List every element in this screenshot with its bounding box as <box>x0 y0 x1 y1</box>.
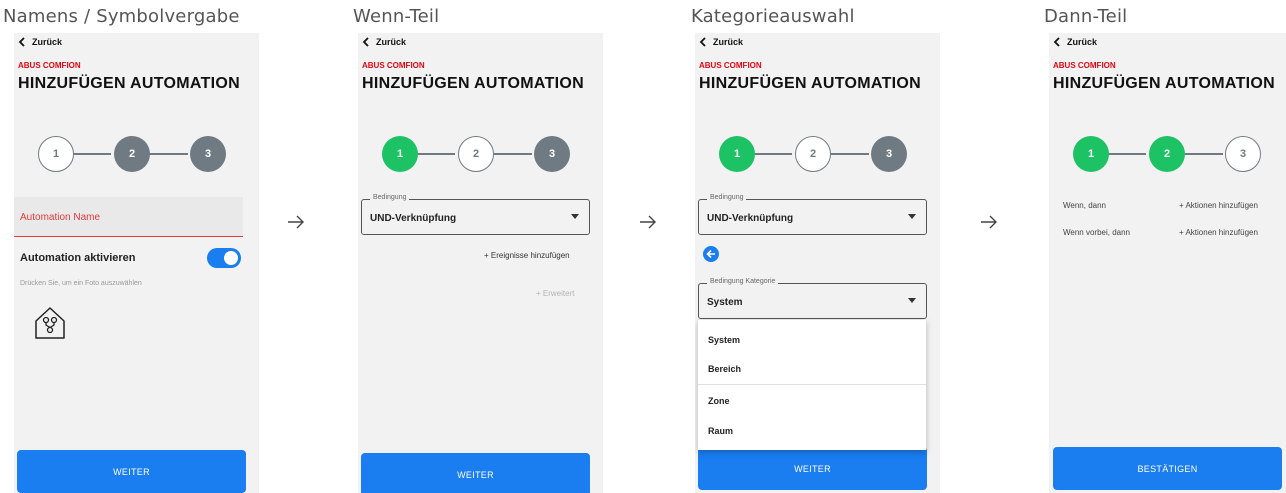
page-title: HINZUFÜGEN AUTOMATION <box>362 75 584 92</box>
home-automation-icon[interactable] <box>34 306 66 345</box>
condition-legend: Bedingung <box>370 194 410 201</box>
step-connector <box>414 153 455 155</box>
step-1: 1 <box>38 136 74 172</box>
dropdown-option-bereich[interactable]: Bereich <box>708 364 741 374</box>
page-title: HINZUFÜGEN AUTOMATION <box>1053 75 1275 92</box>
arrow-right-icon <box>640 215 656 229</box>
back-button[interactable]: Zurück <box>1053 37 1097 47</box>
stepper: 1 2 3 <box>1069 136 1261 172</box>
brand-label: ABUS COMFION <box>699 61 762 70</box>
back-button[interactable]: Zurück <box>18 37 62 47</box>
caret-down-icon <box>571 214 579 219</box>
screen-dann-teil: Zurück ABUS COMFION HINZUFÜGEN AUTOMATIO… <box>1049 33 1286 493</box>
brand-label: ABUS COMFION <box>362 61 425 70</box>
step-connector <box>70 153 111 155</box>
chevron-left-icon <box>1053 37 1060 47</box>
back-label: Zurück <box>713 37 744 47</box>
caret-down-icon <box>908 298 916 303</box>
stepper: 1 2 3 <box>715 136 907 172</box>
step-connector <box>828 153 869 155</box>
next-button[interactable]: WEITER <box>17 450 246 493</box>
caption-name-symbol: Namens / Symbolvergabe <box>3 6 240 27</box>
category-select[interactable]: Bedingung Kategorie System <box>698 278 927 319</box>
confirm-button[interactable]: BESTÄTIGEN <box>1053 447 1282 490</box>
activate-toggle[interactable] <box>207 248 241 268</box>
step-connector <box>751 153 792 155</box>
photo-hint: Drücken Sie, um ein Foto auszuwählen <box>20 280 142 287</box>
rule-label-wenn-vorbei: Wenn vorbei, dann <box>1063 228 1131 237</box>
chevron-left-icon <box>18 37 25 47</box>
back-button[interactable]: Zurück <box>699 37 743 47</box>
dropdown-option-system[interactable]: System <box>708 335 740 345</box>
back-button[interactable]: Zurück <box>362 37 406 47</box>
condition-select[interactable]: Bedingung UND-Verknüpfung <box>698 194 927 235</box>
screen-name-symbol: Zurück ABUS COMFION HINZUFÜGEN AUTOMATIO… <box>14 33 259 493</box>
step-connector <box>491 153 532 155</box>
automation-name-field[interactable]: Automation Name <box>14 197 243 237</box>
stepper: 1 2 3 <box>34 136 226 172</box>
step-3: 3 <box>1225 136 1261 172</box>
rule-label-wenn-dann: Wenn, dann <box>1063 201 1106 210</box>
dropdown-divider <box>698 384 926 385</box>
step-3: 3 <box>534 136 570 172</box>
dropdown-option-raum[interactable]: Raum <box>708 426 733 436</box>
back-label: Zurück <box>376 37 407 47</box>
category-legend: Bedingung Kategorie <box>707 278 779 285</box>
activate-label: Automation aktivieren <box>20 252 136 264</box>
caption-dann-teil: Dann-Teil <box>1044 6 1128 27</box>
back-label: Zurück <box>1067 37 1098 47</box>
chevron-left-icon <box>699 37 706 47</box>
arrow-left-circle-icon[interactable] <box>703 246 719 262</box>
screen-kategorieauswahl: Zurück ABUS COMFION HINZUFÜGEN AUTOMATIO… <box>695 33 940 493</box>
add-actions-link[interactable]: + Aktionen hinzufügen <box>1179 228 1258 237</box>
screen-wenn-teil: Zurück ABUS COMFION HINZUFÜGEN AUTOMATIO… <box>358 33 603 493</box>
add-actions-link[interactable]: + Aktionen hinzufügen <box>1179 201 1258 210</box>
chevron-left-icon <box>362 37 369 47</box>
step-connector <box>1105 153 1146 155</box>
condition-value: UND-Verknüpfung <box>707 213 794 224</box>
stepper: 1 2 3 <box>378 136 570 172</box>
step-1: 1 <box>719 136 755 172</box>
next-button[interactable]: WEITER <box>698 447 927 490</box>
next-button[interactable]: WEITER <box>361 453 590 493</box>
category-dropdown: System Bereich Zone Raum <box>698 320 926 450</box>
step-3: 3 <box>190 136 226 172</box>
back-label: Zurück <box>32 37 63 47</box>
step-1: 1 <box>382 136 418 172</box>
arrow-right-icon <box>288 215 304 229</box>
add-events-link[interactable]: + Ereignisse hinzufügen <box>484 251 570 260</box>
step-2: 2 <box>1149 136 1185 172</box>
dropdown-option-zone[interactable]: Zone <box>708 396 730 406</box>
condition-value: UND-Verknüpfung <box>370 213 457 224</box>
page-title: HINZUFÜGEN AUTOMATION <box>699 75 921 92</box>
advanced-link[interactable]: + Erweitert <box>536 289 574 298</box>
brand-label: ABUS COMFION <box>18 61 81 70</box>
brand-label: ABUS COMFION <box>1053 61 1116 70</box>
page-title: HINZUFÜGEN AUTOMATION <box>18 75 240 92</box>
caption-kategorieauswahl: Kategorieauswahl <box>691 6 855 27</box>
step-1: 1 <box>1073 136 1109 172</box>
automation-name-label: Automation Name <box>20 212 101 223</box>
condition-select[interactable]: Bedingung UND-Verknüpfung <box>361 194 590 235</box>
arrow-right-icon <box>981 215 997 229</box>
step-2: 2 <box>795 136 831 172</box>
step-connector <box>1182 153 1223 155</box>
category-value: System <box>707 297 743 308</box>
caret-down-icon <box>908 214 916 219</box>
step-2: 2 <box>458 136 494 172</box>
step-3: 3 <box>871 136 907 172</box>
step-connector <box>147 153 188 155</box>
step-2: 2 <box>114 136 150 172</box>
condition-legend: Bedingung <box>707 194 747 201</box>
caption-wenn-teil: Wenn-Teil <box>353 6 440 27</box>
